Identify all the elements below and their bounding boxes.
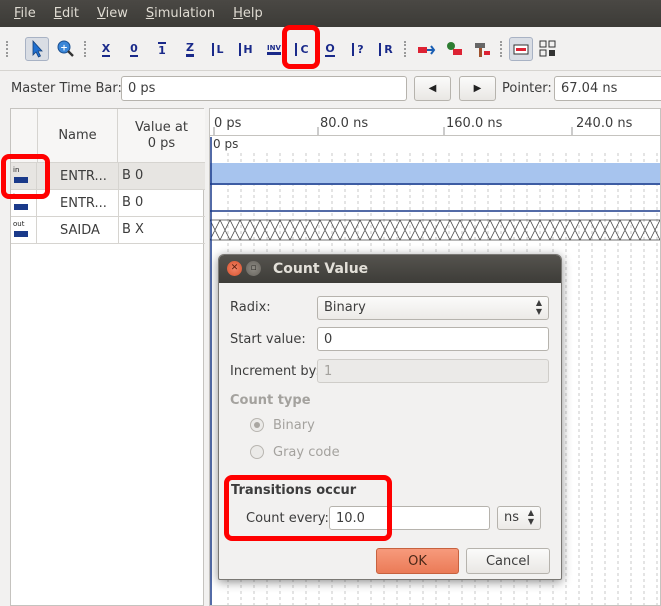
arbitrary-value-icon: ? — [352, 42, 364, 56]
toolbar-grip[interactable] — [500, 41, 503, 57]
time-unit-select[interactable]: ns ▲ ▼ — [497, 506, 541, 530]
clock-button[interactable]: O — [318, 37, 342, 61]
random-value-button[interactable]: R — [374, 37, 398, 61]
dialog-close-button[interactable]: ✕ — [227, 261, 242, 276]
output-pin-icon: out — [11, 217, 37, 243]
menu-edit[interactable]: Edit — [54, 6, 79, 21]
forcing-low-icon: 0 — [130, 41, 138, 57]
signal-value: B X — [118, 217, 144, 243]
cancel-button[interactable]: Cancel — [466, 548, 550, 574]
selection-tool-icon — [32, 39, 43, 58]
zoom-tool-icon: + — [57, 40, 74, 57]
column-header-value[interactable]: Value at 0 ps — [118, 109, 205, 163]
highlight-transitions — [224, 475, 392, 541]
weak-high-button[interactable]: H — [234, 37, 258, 61]
radix-label: Radix: — [230, 300, 271, 315]
overwrite-mode-button[interactable] — [509, 37, 533, 61]
clock-icon: O — [325, 41, 335, 57]
ok-button[interactable]: OK — [376, 548, 459, 574]
count-type-binary-radio[interactable] — [250, 418, 264, 432]
increment-input[interactable]: 1 — [317, 359, 549, 383]
random-value-icon: R — [379, 42, 393, 56]
zoom-tool-button[interactable]: + — [53, 37, 77, 61]
signal-name: SAIDA — [60, 223, 100, 238]
menu-bar: File Edit View Simulation Help — [0, 0, 661, 27]
start-value-label: Start value: — [230, 332, 306, 347]
count-type-gray-label: Gray code — [273, 445, 340, 460]
toolbar-grip[interactable] — [6, 41, 9, 57]
toolbar-grip[interactable] — [404, 41, 407, 57]
toolbar-grip[interactable] — [84, 41, 87, 57]
high-impedance-icon: Z — [186, 41, 194, 57]
ungroup-button[interactable] — [470, 37, 494, 61]
grid-icon — [539, 40, 556, 57]
weak-low-button[interactable]: L — [206, 37, 230, 61]
forcing-high-icon: 1 — [158, 41, 166, 57]
selection-tool-button[interactable] — [25, 37, 49, 61]
waveform-toolbar: + X 0 1 Z L H INV C O ? R — [0, 25, 661, 71]
menu-file[interactable]: File — [14, 6, 36, 21]
group-button[interactable] — [442, 37, 466, 61]
signal-name: ENTR... — [60, 196, 107, 211]
snap-to-grid-button[interactable] — [414, 37, 438, 61]
dialog-minimize-button[interactable]: ▫ — [246, 261, 261, 276]
master-time-bar-label: Master Time Bar: — [11, 81, 122, 96]
grid-options-button[interactable] — [536, 37, 560, 61]
time-bar-row: Master Time Bar: 0 ps ◀ ▶ Pointer: 67.04… — [0, 71, 661, 107]
radix-select[interactable]: Binary ▲ ▼ — [317, 296, 549, 320]
spin-arrows-icon: ▲ ▼ — [527, 508, 534, 526]
invert-icon: INV — [267, 44, 281, 55]
signal-row[interactable]: out SAIDA B X — [11, 217, 205, 244]
forcing-unknown-icon: X — [101, 41, 111, 57]
forcing-unknown-button[interactable]: X — [94, 37, 118, 61]
count-type-heading: Count type — [230, 393, 311, 408]
highlight-count-value — [282, 25, 320, 69]
start-value-input[interactable]: 0 — [317, 327, 549, 351]
next-transition-button[interactable]: ▶ — [459, 76, 496, 101]
master-time-bar-field[interactable]: 0 ps — [121, 76, 407, 101]
high-impedance-button[interactable]: Z — [178, 37, 202, 61]
menu-simulation[interactable]: Simulation — [146, 6, 215, 21]
count-type-gray-radio[interactable] — [250, 445, 264, 459]
minimize-icon: ▫ — [250, 263, 257, 273]
arrow-left-icon: ◀ — [428, 83, 437, 94]
count-type-binary-label: Binary — [273, 418, 315, 433]
svg-text:+: + — [60, 44, 68, 54]
forcing-low-button[interactable]: 0 — [122, 37, 146, 61]
count-value-dialog: ✕ ▫ Count Value Radix: Binary ▲ ▼ Start v… — [218, 254, 562, 580]
hammer-icon — [475, 43, 490, 57]
arrow-right-icon: ▶ — [473, 83, 482, 94]
weak-low-icon: L — [212, 42, 224, 56]
arbitrary-value-button[interactable]: ? — [346, 37, 370, 61]
pointer-field[interactable]: 67.04 ns — [554, 76, 661, 101]
dialog-title: Count Value — [273, 261, 369, 277]
previous-transition-button[interactable]: ◀ — [414, 76, 451, 101]
group-icon — [447, 42, 462, 55]
wave-selection — [210, 163, 660, 185]
column-header-name[interactable]: Name — [38, 109, 118, 163]
menu-help[interactable]: Help — [233, 6, 263, 21]
dialog-titlebar[interactable]: ✕ ▫ Count Value — [219, 255, 561, 283]
snap-grid-icon — [418, 45, 436, 55]
pointer-label: Pointer: — [502, 81, 552, 96]
increment-label: Increment by: — [230, 364, 320, 379]
signal-value: B 0 — [118, 190, 143, 216]
close-icon: ✕ — [230, 263, 239, 273]
signal-value: B 0 — [118, 163, 143, 189]
menu-view[interactable]: View — [97, 6, 128, 21]
overwrite-icon — [513, 44, 529, 55]
signal-type-label: out — [13, 220, 25, 228]
weak-high-icon: H — [239, 42, 253, 56]
signal-name: ENTR... — [60, 169, 107, 184]
highlight-input-pin — [1, 154, 50, 199]
spin-arrows-icon: ▲ ▼ — [535, 298, 542, 316]
forcing-high-button[interactable]: 1 — [150, 37, 174, 61]
